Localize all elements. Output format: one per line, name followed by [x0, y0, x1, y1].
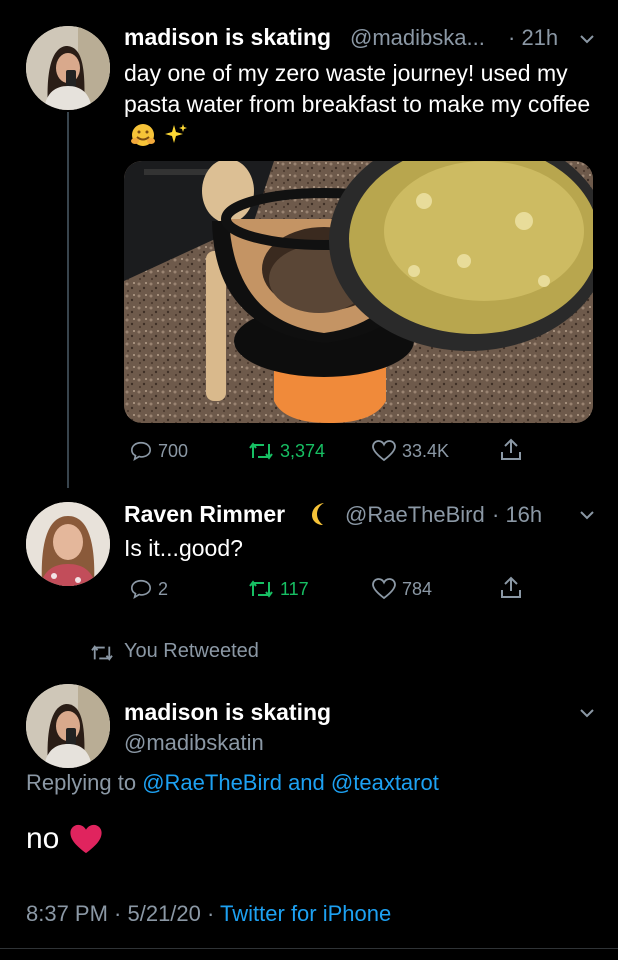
replying-and[interactable]: and: [288, 770, 325, 795]
like-count: 784: [402, 578, 433, 599]
author-handle[interactable]: @madibska...: [350, 25, 485, 51]
tweet-time[interactable]: · 16h: [492, 502, 542, 528]
retweet-button[interactable]: 117: [248, 578, 309, 600]
author-name[interactable]: Raven Rimmer: [124, 501, 285, 528]
tweet-text: no: [26, 822, 103, 856]
tweet-meta: 8:37 PM · 5/21/20 · Twitter for iPhone: [26, 901, 391, 927]
avatar[interactable]: [26, 26, 110, 110]
retweet-notice: You Retweeted: [124, 640, 259, 662]
reply-count: 2: [158, 578, 169, 599]
reply-button[interactable]: 700: [130, 440, 188, 462]
author-handle[interactable]: @RaeTheBird: [345, 502, 485, 528]
retweet-icon: [91, 645, 113, 661]
tweet-text: Is it...good?: [124, 535, 243, 561]
share-button[interactable]: [500, 438, 522, 462]
timestamp[interactable]: 8:37 PM · 5/21/20 ·: [26, 901, 214, 926]
share-icon: [501, 438, 521, 460]
retweet-icon: [249, 442, 273, 460]
crescent-moon-icon: [312, 503, 324, 525]
retweet-count: 3,374: [280, 440, 326, 461]
retweet-count: 117: [280, 578, 309, 599]
coffee-pasta-photo-icon: [124, 161, 593, 423]
reply-button[interactable]: 2: [130, 578, 168, 600]
avatar-photo-icon: [26, 684, 110, 768]
thread-line: [67, 112, 69, 488]
like-count: 33.4K: [402, 440, 450, 461]
chevron-down-icon[interactable]: [578, 506, 596, 524]
share-button[interactable]: [500, 576, 522, 600]
mention-link[interactable]: @RaeTheBird: [142, 770, 282, 795]
reply-count: 700: [158, 440, 189, 461]
retweet-button[interactable]: 3,374: [248, 440, 325, 462]
avatar[interactable]: [26, 502, 110, 586]
author-handle[interactable]: @madibskatin: [124, 730, 264, 756]
chevron-down-icon[interactable]: [578, 704, 596, 722]
tweet-body: no: [26, 822, 60, 855]
retweet-icon: [249, 580, 273, 598]
replying-to: Replying to @RaeTheBird and @teaxtarot: [26, 770, 439, 796]
replying-to-label: Replying to: [26, 770, 137, 795]
tweet-photo[interactable]: [124, 161, 593, 423]
author-name[interactable]: madison is skating: [124, 699, 331, 726]
heart-icon: [372, 440, 396, 462]
red-heart-icon: [70, 824, 102, 854]
reply-icon: [131, 579, 151, 599]
sparkles-icon: [165, 124, 188, 143]
share-icon: [501, 576, 521, 598]
chevron-down-icon[interactable]: [578, 30, 596, 48]
avatar-photo-icon: [26, 502, 110, 586]
avatar[interactable]: [26, 684, 110, 768]
author-name[interactable]: madison is skating: [124, 24, 331, 51]
mention-link[interactable]: @teaxtarot: [331, 770, 439, 795]
avatar-photo-icon: [26, 26, 110, 110]
reply-icon: [131, 441, 151, 461]
tweet-text: day one of my zero waste journey! used m…: [124, 58, 594, 151]
source-link[interactable]: Twitter for iPhone: [220, 901, 391, 926]
tweet-body: day one of my zero waste journey! used m…: [124, 60, 591, 117]
divider: [0, 948, 618, 949]
like-button[interactable]: 784: [372, 578, 432, 600]
hugging-face-icon: [131, 124, 155, 146]
like-button[interactable]: 33.4K: [372, 440, 449, 462]
heart-icon: [372, 578, 396, 600]
tweet-time[interactable]: · 21h: [508, 25, 558, 51]
